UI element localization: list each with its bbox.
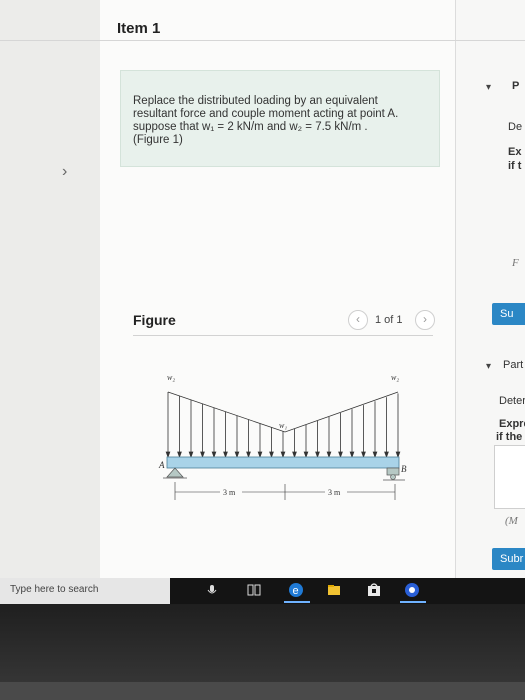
load-arrow-head — [315, 451, 320, 459]
part-b-desc: Deter — [499, 395, 525, 407]
load-arrow-head — [361, 451, 366, 459]
load-arrow-head — [292, 451, 297, 459]
running-app-indicator — [400, 601, 426, 603]
load-arrow-head — [223, 451, 228, 459]
left-margin — [0, 0, 100, 578]
load-arrow-head — [384, 451, 389, 459]
question-line-1: Replace the distributed loading by an eq… — [133, 95, 378, 107]
label-w2-left: w₂ — [167, 373, 175, 382]
load-arrow-head — [234, 451, 240, 459]
file-explorer-icon[interactable] — [326, 582, 342, 598]
microphone-icon[interactable] — [204, 582, 220, 598]
figure-prev-button[interactable]: ‹ — [348, 310, 368, 330]
load-arrow-head — [372, 451, 378, 459]
load-arrow-head — [188, 451, 194, 459]
dim-label-right: 3 m — [328, 488, 341, 497]
label-point-a: A — [158, 460, 165, 470]
load-arrow-head — [211, 451, 217, 459]
taskbar-search[interactable]: Type here to search — [0, 578, 170, 604]
answer-variable-m: (M — [505, 515, 518, 527]
load-arrow-head — [165, 451, 171, 459]
part-a-header: P — [512, 80, 520, 92]
load-arrow-head — [269, 451, 274, 459]
load-arrow-head — [395, 451, 401, 459]
load-arrow-head — [200, 451, 205, 459]
part-a-desc: De — [508, 121, 523, 133]
dim-label-left: 3 m — [223, 488, 236, 497]
answer-variable-f: F — [512, 257, 519, 269]
question-line-3: suppose that w₁ = 2 kN/m and w₂ = 7.5 kN… — [133, 121, 368, 133]
question-line-2: resultant force and couple moment acting… — [133, 108, 399, 120]
keyboard-edge — [0, 682, 525, 700]
figure-heading: Figure — [133, 312, 176, 328]
beam-diagram: 3 m 3 m w₂ w₁ w₂ A B — [158, 373, 407, 500]
load-arrow-head — [303, 451, 309, 459]
part-b-header: Part — [503, 359, 524, 371]
svg-text:e: e — [293, 585, 299, 597]
store-icon[interactable] — [366, 582, 382, 598]
label-w2-right: w₂ — [391, 373, 399, 382]
prev-item-arrow-icon[interactable]: › — [62, 163, 67, 181]
figure-counter: 1 of 1 — [375, 314, 403, 326]
part-a-if: if t — [508, 160, 522, 172]
submit-button-a[interactable]: Su — [492, 303, 525, 325]
roller-wheel — [390, 474, 396, 480]
browser-window: Item 1 › Replace the distributed loading… — [0, 0, 525, 604]
figure-divider — [133, 335, 433, 336]
app-circle-icon[interactable] — [404, 582, 420, 598]
load-arrow-head — [280, 451, 286, 459]
header-divider — [0, 40, 525, 41]
pin-support-a — [166, 467, 184, 478]
edge-browser-icon[interactable]: e — [288, 582, 304, 598]
part-b-express: Expre — [499, 418, 525, 430]
load-arrow-head — [326, 451, 332, 459]
figure-next-button[interactable]: › — [415, 310, 435, 330]
submit-button-b[interactable]: Subr — [492, 548, 525, 570]
load-arrow-head — [349, 451, 355, 459]
taskbar: Type here to search e — [0, 578, 525, 604]
load-arrow-head — [338, 451, 343, 459]
active-app-indicator — [284, 601, 310, 603]
load-arrow-head — [246, 451, 251, 459]
part-a-collapse-icon[interactable]: ▾ — [486, 82, 491, 93]
part-a-express: Ex — [508, 146, 522, 158]
part-b-collapse-icon[interactable]: ▾ — [486, 361, 491, 372]
search-placeholder: Type here to search — [10, 584, 99, 595]
label-point-b: B — [401, 464, 407, 474]
roller-support-b — [386, 467, 400, 476]
beam — [166, 456, 400, 469]
load-arrow-head — [177, 451, 182, 459]
item-title: Item 1 — [117, 20, 161, 37]
question-text: Replace the distributed loading by an eq… — [133, 95, 423, 147]
figure-link[interactable]: (Figure 1) — [133, 134, 423, 147]
label-w1: w₁ — [279, 421, 287, 430]
task-view-icon[interactable] — [246, 582, 262, 598]
part-b-if: if the — [496, 431, 523, 443]
answer-input-box[interactable] — [494, 445, 525, 509]
load-arrow-head — [257, 451, 263, 459]
